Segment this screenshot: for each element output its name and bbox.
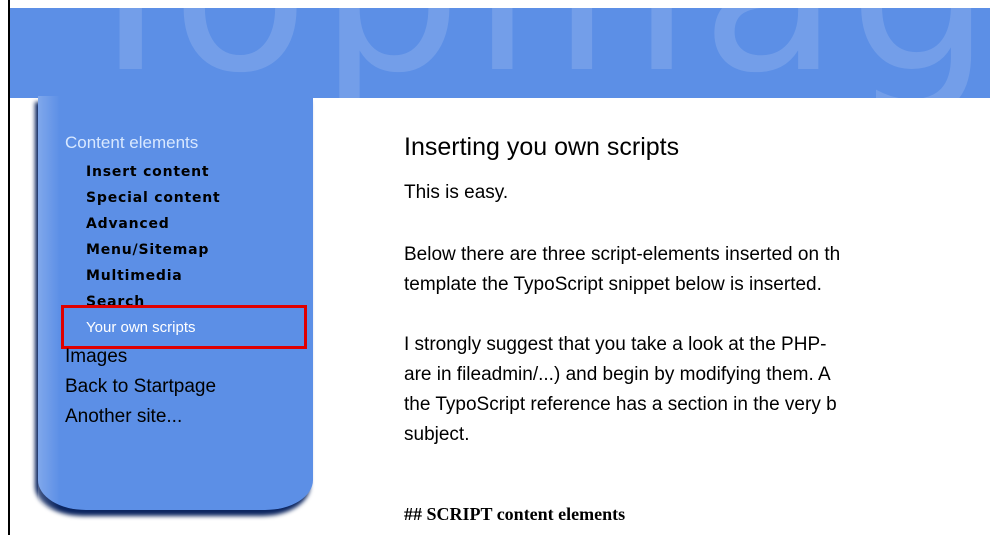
submenu-item-special-content[interactable]: Special content — [86, 188, 221, 214]
nav-item-back-to-startpage[interactable]: Back to Startpage — [65, 373, 216, 403]
paragraph-line: subject. — [404, 424, 470, 445]
submenu-item-your-own-scripts[interactable]: Your own scripts — [86, 318, 221, 344]
nav-section-content-elements[interactable]: Content elements — [65, 133, 198, 153]
submenu-item-menu-sitemap[interactable]: Menu/Sitemap — [86, 240, 221, 266]
paragraph-line: the TypoScript reference has a section i… — [404, 394, 837, 415]
submenu-item-search[interactable]: Search — [86, 292, 221, 318]
submenu-item-advanced[interactable]: Advanced — [86, 214, 221, 240]
description-paragraph: Below there are three script-elements in… — [404, 240, 990, 300]
paragraph-line: Below there are three script-elements in… — [404, 244, 841, 265]
submenu-item-insert-content[interactable]: Insert content — [86, 162, 221, 188]
submenu-list: Insert content Special content Advanced … — [86, 162, 221, 344]
nav-item-another-site[interactable]: Another site... — [65, 403, 216, 433]
suggestion-paragraph: I strongly suggest that you take a look … — [404, 330, 990, 450]
site-banner: Topmag — [10, 8, 990, 98]
paragraph-line: are in fileadmin/...) and begin by modif… — [404, 364, 831, 385]
page-title: Inserting you own scripts — [404, 133, 680, 161]
main-nav-list: Images Back to Startpage Another site... — [65, 343, 216, 433]
code-snippet-comment: ## SCRIPT content elements — [404, 504, 626, 524]
banner-logo-text: Topmag — [62, 8, 990, 98]
main-content: Inserting you own scripts This is easy. … — [404, 130, 990, 535]
window-top-edge — [10, 0, 990, 8]
nav-item-images[interactable]: Images — [65, 343, 216, 373]
paragraph-line: template the TypoScript snippet below is… — [404, 274, 822, 295]
intro-paragraph: This is easy. — [404, 182, 509, 203]
submenu-item-multimedia[interactable]: Multimedia — [86, 266, 221, 292]
paragraph-line: I strongly suggest that you take a look … — [404, 334, 827, 355]
